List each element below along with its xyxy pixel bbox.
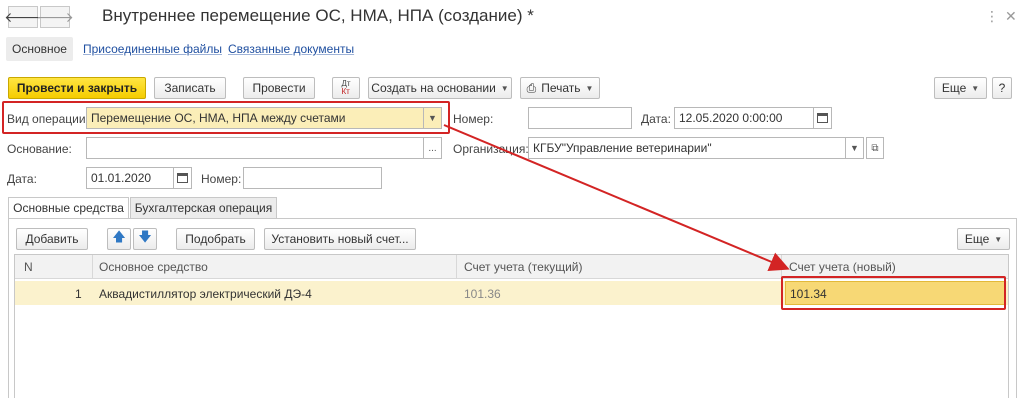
annotation-arrow xyxy=(443,124,790,272)
